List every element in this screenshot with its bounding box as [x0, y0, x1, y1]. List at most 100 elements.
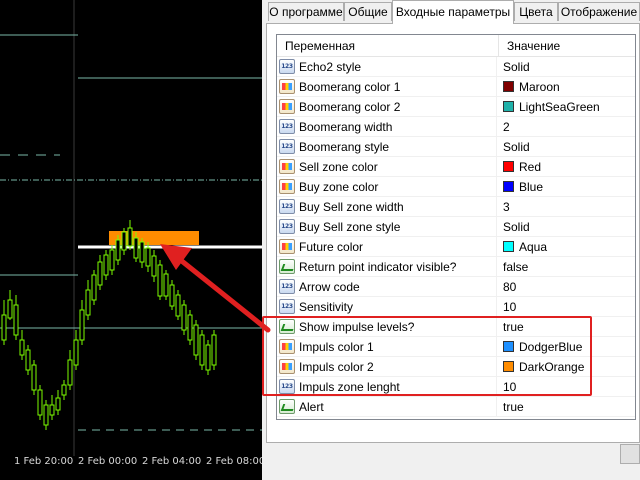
number-icon [279, 199, 295, 214]
candle-body [55, 397, 61, 411]
parameter-name-cell[interactable]: Impuls zone lenght [277, 377, 497, 397]
color-swatch [503, 341, 514, 352]
parameter-row[interactable]: Boomerang color 1 Maroon [277, 77, 635, 97]
dialog-button[interactable] [620, 444, 640, 464]
x-axis-label-0: 1 Feb 20:00 [14, 456, 74, 467]
parameter-row[interactable]: Boomerang width 2 [277, 117, 635, 137]
parameter-value-cell[interactable]: Solid [499, 57, 635, 77]
parameter-value-cell[interactable]: false [499, 257, 635, 277]
parameter-name-cell[interactable]: Boomerang color 2 [277, 97, 497, 117]
parameter-name: Boomerang color 1 [299, 80, 401, 94]
parameter-value-cell[interactable]: 2 [499, 117, 635, 137]
parameter-row[interactable]: Sell zone color Red [277, 157, 635, 177]
parameter-value-cell[interactable]: LightSeaGreen [499, 97, 635, 117]
price-chart[interactable]: 1 Feb 20:00 2 Feb 00:00 2 Feb 04:00 2 Fe… [0, 0, 266, 480]
parameter-name-cell[interactable]: Buy zone color [277, 177, 497, 197]
color-icon [279, 359, 295, 374]
parameter-name-cell[interactable]: Buy Sell zone style [277, 217, 497, 237]
parameter-name-cell[interactable]: Sensitivity [277, 297, 497, 317]
x-axis-label-3: 2 Feb 08:00 [206, 456, 266, 467]
number-icon [279, 379, 295, 394]
column-header-value[interactable]: Значение [499, 35, 635, 57]
tab-about[interactable]: О программе [268, 2, 344, 21]
color-swatch [503, 361, 514, 372]
parameter-row[interactable]: Sensitivity 10 [277, 297, 635, 317]
parameter-row[interactable]: Arrow code 80 [277, 277, 635, 297]
bool-icon [279, 259, 295, 274]
parameter-row[interactable]: Buy Sell zone width 3 [277, 197, 635, 217]
parameter-row[interactable]: Impuls zone lenght 10 [277, 377, 635, 397]
parameter-value: DarkOrange [519, 360, 585, 374]
parameters-grid: Переменная Значение Echo2 styleSolidBoom… [276, 34, 636, 420]
parameter-value: Solid [503, 60, 530, 74]
parameter-value-cell[interactable]: Solid [499, 217, 635, 237]
parameter-value-cell[interactable]: 3 [499, 197, 635, 217]
parameter-row[interactable]: Return point indicator visible? false [277, 257, 635, 277]
candle-body [127, 227, 133, 247]
parameter-row[interactable]: Boomerang style Solid [277, 137, 635, 157]
tab-inputs[interactable]: Входные параметры [392, 0, 514, 24]
parameter-name-cell[interactable]: Boomerang style [277, 137, 497, 157]
parameter-row[interactable]: Buy Sell zone style Solid [277, 217, 635, 237]
candle-body [97, 261, 103, 286]
parameter-row[interactable]: Impuls color 1 DodgerBlue [277, 337, 635, 357]
tab-colors[interactable]: Цвета [514, 2, 558, 21]
parameter-value: true [503, 320, 524, 334]
parameter-row[interactable]: Future color Aqua [277, 237, 635, 257]
color-swatch [503, 161, 514, 172]
column-header-variable[interactable]: Переменная [277, 35, 499, 57]
parameter-value-cell[interactable]: 10 [499, 377, 635, 397]
candle-body [193, 324, 199, 356]
tab-common[interactable]: Общие [344, 2, 392, 21]
parameter-name-cell[interactable]: Impuls color 1 [277, 337, 497, 357]
parameter-name-cell[interactable]: Impuls color 2 [277, 357, 497, 377]
parameter-value-cell[interactable]: Aqua [499, 237, 635, 257]
parameter-row[interactable]: Echo2 style Solid [277, 57, 635, 77]
parameter-name-cell[interactable]: Buy Sell zone width [277, 197, 497, 217]
parameter-value-cell[interactable]: Red [499, 157, 635, 177]
parameter-row[interactable]: Show impulse levels? true [277, 317, 635, 337]
candle-body [133, 237, 139, 259]
parameter-value: Maroon [519, 80, 560, 94]
parameter-name-cell[interactable]: Boomerang color 1 [277, 77, 497, 97]
color-swatch [503, 241, 514, 252]
parameter-name: Return point indicator visible? [299, 260, 457, 274]
parameter-name-cell[interactable]: Show impulse levels? [277, 317, 497, 337]
parameter-name-cell[interactable]: Alert [277, 397, 497, 417]
candle-body [1, 314, 7, 341]
parameter-name-cell[interactable]: Future color [277, 237, 497, 257]
parameter-value: Blue [519, 180, 544, 194]
parameter-value-cell[interactable]: Blue [499, 177, 635, 197]
parameter-row[interactable]: Alert true [277, 397, 635, 417]
parameter-name-cell[interactable]: Arrow code [277, 277, 497, 297]
parameter-name-cell[interactable]: Sell zone color [277, 157, 497, 177]
candle-body [175, 294, 181, 317]
parameter-name: Buy Sell zone width [299, 200, 404, 214]
parameter-name-cell[interactable]: Return point indicator visible? [277, 257, 497, 277]
candle-body [115, 239, 121, 261]
parameter-row[interactable]: Boomerang color 2 LightSeaGreen [277, 97, 635, 117]
candle-body [187, 314, 193, 341]
candle-body [199, 334, 205, 366]
parameter-value-cell[interactable]: Solid [499, 137, 635, 157]
parameter-row[interactable]: Impuls color 2 DarkOrange [277, 357, 635, 377]
color-swatch [503, 181, 514, 192]
parameter-name-cell[interactable]: Echo2 style [277, 57, 497, 77]
candle-body [139, 241, 145, 263]
parameter-name-cell[interactable]: Boomerang width [277, 117, 497, 137]
parameter-name: Buy zone color [299, 180, 379, 194]
parameter-value: 3 [503, 200, 510, 214]
parameter-value-cell[interactable]: DarkOrange [499, 357, 635, 377]
parameter-value-cell[interactable]: DodgerBlue [499, 337, 635, 357]
candle-body [121, 231, 127, 251]
parameter-value-cell[interactable]: true [499, 317, 635, 337]
parameter-value-cell[interactable]: 80 [499, 277, 635, 297]
parameter-value-cell[interactable]: Maroon [499, 77, 635, 97]
candle-body [103, 254, 109, 276]
parameter-value-cell[interactable]: 10 [499, 297, 635, 317]
parameter-name: Boomerang width [299, 120, 393, 134]
parameter-row[interactable]: Buy zone color Blue [277, 177, 635, 197]
parameter-value-cell[interactable]: true [499, 397, 635, 417]
color-icon [279, 79, 295, 94]
tab-visualization[interactable]: Отображение [558, 2, 640, 21]
